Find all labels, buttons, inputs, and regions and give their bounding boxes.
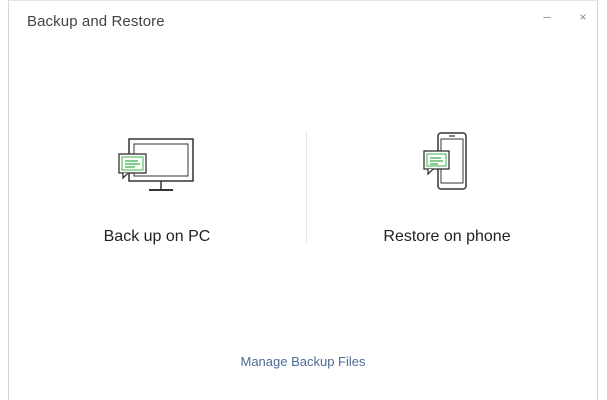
phone-chat-icon xyxy=(412,131,482,202)
close-button[interactable]: × xyxy=(575,9,591,25)
minimize-button[interactable]: – xyxy=(539,9,555,25)
manage-backup-files-link[interactable]: Manage Backup Files xyxy=(9,354,597,369)
window-title: Backup and Restore xyxy=(27,13,165,30)
back-up-on-pc-button[interactable]: Back up on PC xyxy=(17,121,297,261)
restore-on-phone-label: Restore on phone xyxy=(383,228,511,245)
monitor-chat-icon xyxy=(109,131,205,202)
restore-on-phone-button[interactable]: Restore on phone xyxy=(307,121,587,261)
backup-restore-window: Backup and Restore – × Back up on PC Res… xyxy=(8,0,598,400)
back-up-on-pc-label: Back up on PC xyxy=(103,228,211,245)
